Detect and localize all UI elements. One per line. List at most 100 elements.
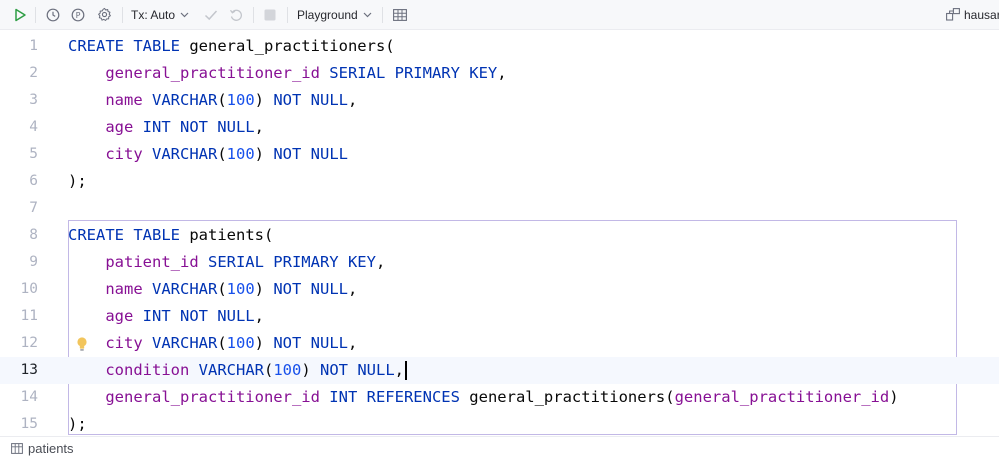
line-number[interactable]: 3 bbox=[0, 87, 38, 114]
code-line[interactable]: 1 CREATE TABLE general_practitioners( bbox=[0, 33, 999, 60]
code-line[interactable]: 13 condition VARCHAR(100) NOT NULL, bbox=[0, 357, 999, 384]
code-token: city bbox=[105, 334, 152, 352]
svg-text:P: P bbox=[76, 11, 81, 20]
table-icon bbox=[11, 443, 23, 454]
line-number[interactable]: 14 bbox=[0, 384, 38, 411]
line-number[interactable]: 13 bbox=[0, 357, 38, 384]
code-token: name bbox=[105, 91, 152, 109]
transaction-mode-label: Tx: Auto bbox=[131, 7, 176, 22]
code-token: VARCHAR bbox=[152, 91, 218, 109]
code-line[interactable]: 8 CREATE TABLE patients( bbox=[0, 222, 999, 249]
code-token: patient_id bbox=[105, 253, 208, 271]
line-number[interactable]: 5 bbox=[0, 141, 38, 168]
editor-toolbar: P Tx: Auto Playground hausar bbox=[0, 0, 999, 30]
stop-icon[interactable] bbox=[260, 0, 280, 29]
commit-check-icon[interactable] bbox=[201, 0, 221, 29]
code-token: NOT NULL bbox=[320, 361, 395, 379]
code-token: , bbox=[497, 64, 507, 82]
code-token: age bbox=[105, 307, 143, 325]
code-token: general_practitioner_id bbox=[105, 388, 330, 406]
code-text: general_practitioner_id INT REFERENCES g… bbox=[68, 384, 898, 411]
line-number[interactable]: 8 bbox=[0, 222, 38, 249]
code-line[interactable]: 4 age INT NOT NULL, bbox=[0, 114, 999, 141]
code-token: , bbox=[254, 118, 264, 136]
code-token: SERIAL PRIMARY KEY bbox=[207, 253, 376, 271]
toolbar-divider bbox=[287, 7, 288, 23]
code-token: ); bbox=[68, 172, 87, 190]
code-token: VARCHAR bbox=[152, 334, 218, 352]
code-line[interactable]: 2 general_practitioner_id SERIAL PRIMARY… bbox=[0, 60, 999, 87]
code-line[interactable]: 12 city VARCHAR(100) NOT NULL, bbox=[0, 330, 999, 357]
code-token: ) bbox=[301, 361, 320, 379]
line-number[interactable]: 6 bbox=[0, 168, 38, 195]
code-token: NOT NULL bbox=[273, 145, 348, 163]
text-caret bbox=[405, 361, 407, 380]
datasource-selector[interactable]: hausar bbox=[946, 0, 999, 29]
code-line[interactable]: 9 patient_id SERIAL PRIMARY KEY, bbox=[0, 249, 999, 276]
code-line[interactable]: 6); bbox=[0, 168, 999, 195]
line-number[interactable]: 12 bbox=[0, 330, 38, 357]
code-text: CREATE TABLE patients( bbox=[68, 222, 273, 249]
parameters-icon[interactable]: P bbox=[68, 0, 88, 29]
code-line[interactable]: 11 age INT NOT NULL, bbox=[0, 303, 999, 330]
code-token: SERIAL PRIMARY KEY bbox=[329, 64, 498, 82]
line-number[interactable]: 1 bbox=[0, 33, 38, 60]
code-token: VARCHAR bbox=[152, 280, 218, 298]
code-token: 100 bbox=[226, 91, 255, 109]
code-token: general_practitioner_id bbox=[674, 388, 890, 406]
code-token: general_practitioner_id bbox=[105, 64, 330, 82]
code-token: CREATE TABLE bbox=[68, 226, 190, 244]
line-number[interactable]: 10 bbox=[0, 276, 38, 303]
line-number[interactable]: 15 bbox=[0, 411, 38, 438]
gear-icon[interactable] bbox=[94, 0, 114, 29]
context-breadcrumb[interactable]: patients bbox=[28, 441, 74, 456]
rollback-icon[interactable] bbox=[226, 0, 246, 29]
code-token: condition bbox=[105, 361, 199, 379]
code-token: 100 bbox=[226, 334, 255, 352]
code-token: ( bbox=[263, 361, 274, 379]
code-token: general_practitioners( bbox=[469, 388, 675, 406]
line-number[interactable]: 9 bbox=[0, 249, 38, 276]
code-text: CREATE TABLE general_practitioners( bbox=[68, 33, 395, 60]
code-text: city VARCHAR(100) NOT NULL bbox=[68, 141, 348, 168]
table-grid-icon[interactable] bbox=[389, 0, 411, 29]
code-token: , bbox=[348, 334, 358, 352]
transaction-mode-dropdown[interactable]: Tx: Auto bbox=[131, 0, 195, 29]
code-line[interactable]: 3 name VARCHAR(100) NOT NULL, bbox=[0, 87, 999, 114]
code-text: age INT NOT NULL, bbox=[68, 114, 264, 141]
code-token: , bbox=[254, 307, 264, 325]
lightbulb-icon[interactable] bbox=[76, 336, 88, 352]
toolbar-divider bbox=[253, 7, 254, 23]
line-number[interactable]: 2 bbox=[0, 60, 38, 87]
chevron-down-icon bbox=[363, 12, 372, 17]
datasource-label: hausar bbox=[964, 7, 999, 22]
code-line[interactable]: 7 bbox=[0, 195, 999, 222]
code-line[interactable]: 14 general_practitioner_id INT REFERENCE… bbox=[0, 384, 999, 411]
code-token: 100 bbox=[226, 145, 255, 163]
code-token: NOT NULL bbox=[273, 334, 348, 352]
code-token: ( bbox=[217, 91, 227, 109]
playground-dropdown[interactable]: Playground bbox=[297, 0, 375, 29]
code-token: 100 bbox=[273, 361, 302, 379]
line-number[interactable]: 7 bbox=[0, 195, 38, 222]
code-line[interactable]: 5 city VARCHAR(100) NOT NULL bbox=[0, 141, 999, 168]
code-line[interactable]: 15); bbox=[0, 411, 999, 438]
run-icon[interactable] bbox=[9, 0, 31, 29]
code-line[interactable]: 10 name VARCHAR(100) NOT NULL, bbox=[0, 276, 999, 303]
code-token: patients( bbox=[189, 226, 274, 244]
line-number[interactable]: 4 bbox=[0, 114, 38, 141]
code-token: ) bbox=[254, 91, 274, 109]
code-token: ); bbox=[68, 415, 87, 433]
playground-label: Playground bbox=[297, 7, 358, 22]
chevron-down-icon bbox=[180, 12, 189, 17]
sql-editor[interactable]: 1 CREATE TABLE general_practitioners(2 ge… bbox=[0, 30, 999, 435]
code-text: age INT NOT NULL, bbox=[68, 303, 264, 330]
line-number[interactable]: 11 bbox=[0, 303, 38, 330]
history-icon[interactable] bbox=[43, 0, 63, 29]
